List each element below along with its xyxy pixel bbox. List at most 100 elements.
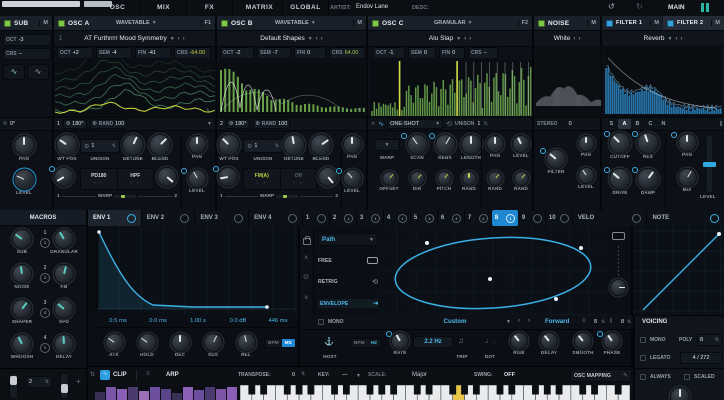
prev-preset-icon[interactable]: ‹ — [573, 36, 575, 42]
redo-icon[interactable]: ↻ — [636, 2, 643, 11]
tab-env-4[interactable]: ENV 4 — [249, 210, 303, 226]
voicing-knob[interactable] — [667, 388, 693, 400]
prev-preset-icon[interactable]: ‹ — [316, 36, 318, 42]
env-dec-value[interactable]: 1.00 s — [178, 315, 218, 327]
noise-filter-knob[interactable]: FILTER — [542, 150, 570, 174]
macro-knob-granular[interactable]: GRANULAR — [50, 230, 78, 254]
noise-enable-toggle[interactable] — [538, 20, 545, 27]
filter-drive-knob[interactable]: DRIVE — [606, 169, 634, 195]
tab-velo[interactable]: VELO — [573, 210, 648, 226]
tab-env-2[interactable]: ENV 2 — [142, 210, 196, 226]
route-a-button[interactable]: A — [618, 119, 631, 129]
env-atk-value[interactable]: 0.5 ms — [98, 315, 138, 327]
osc-c-enable-toggle[interactable] — [372, 20, 379, 27]
env-rel-value[interactable]: 446 ms — [258, 315, 298, 327]
env-sus-knob[interactable]: SUS — [199, 334, 227, 357]
ms-option[interactable]: MS — [282, 339, 295, 347]
osc-a-warp2-knob[interactable] — [154, 168, 180, 186]
macro-page-stepper[interactable]: 2⇅ — [26, 376, 52, 388]
edit-pencil-icon[interactable]: ✎ — [206, 108, 210, 114]
lfo-tab-3[interactable]: 31 — [357, 210, 384, 226]
osc-a-type-dropdown[interactable]: WAVETABLE — [116, 20, 150, 26]
osc-a-warp1-dropdown[interactable]: PD180‹ › — [81, 169, 118, 189]
clip-cell[interactable] — [205, 387, 215, 400]
macro-knob-spd[interactable]: SPD — [55, 300, 73, 324]
chevron-down-icon[interactable]: ▼ — [170, 36, 175, 42]
osc-b-crs-field[interactable]: CRS64.00 — [329, 47, 365, 59]
next-preset-icon[interactable]: › — [183, 36, 185, 42]
osc-c-warp-dropdown[interactable]: ▼ — [374, 139, 400, 151]
osc-a-warp2-dropdown[interactable]: HPF‹ › — [118, 169, 154, 189]
gear-icon[interactable]: ⚙ — [84, 143, 89, 150]
clip-cell[interactable] — [161, 389, 171, 400]
always-checkbox[interactable] — [640, 374, 646, 380]
main-label[interactable]: MAIN — [668, 4, 685, 11]
transpose-value[interactable]: 0 — [292, 372, 295, 378]
filter1-mute-button[interactable]: M — [650, 20, 659, 26]
stepper-icon[interactable]: ⇅ — [627, 319, 631, 325]
osc-b-warp1-knob[interactable] — [215, 168, 241, 186]
stepper-icon[interactable]: ⇅ — [275, 143, 279, 149]
lfo-delay-knob[interactable]: DELAY — [536, 333, 562, 355]
lfo-tab-6[interactable]: 63 — [438, 210, 465, 226]
sub-crs-field[interactable]: CRS-- — [3, 48, 51, 60]
osc-c-crs-field[interactable]: CRS-- — [468, 47, 498, 59]
osc-a-crs-field[interactable]: CRS-64.00 — [174, 47, 211, 59]
prev-preset-icon[interactable]: ‹ — [675, 36, 677, 42]
filter-cutoff-knob[interactable]: CUTOFF — [606, 133, 634, 159]
tab-env-3[interactable]: ENV 3 — [195, 210, 249, 226]
osc-b-preset-name[interactable]: Default Shapes — [260, 35, 304, 42]
clip-pattern-strip[interactable] — [95, 386, 239, 400]
sub-enable-toggle[interactable] — [4, 20, 11, 27]
lfo-tab-7[interactable]: 72 — [465, 210, 492, 226]
osc-a-detune-knob[interactable]: DETUNE — [119, 135, 147, 161]
voicing-legato-checkbox[interactable] — [640, 355, 646, 361]
route-c-button[interactable]: C — [644, 119, 657, 129]
close-icon[interactable]: ✕ — [371, 121, 375, 127]
sub-wave-button[interactable]: ∿ — [3, 64, 25, 80]
dotted-icon[interactable]: ♩. — [485, 336, 495, 345]
osc-c-unison-value[interactable]: 1 — [477, 121, 480, 127]
prev-shape-icon[interactable]: ‹ — [518, 318, 520, 324]
osc-c-fin-field[interactable]: FIN0 — [439, 47, 465, 59]
osc-b-level-knob[interactable]: LEVEL — [338, 170, 366, 193]
filter-mix-knob[interactable]: MIX — [673, 169, 701, 192]
lfo-shape-dropdown[interactable]: Custom — [415, 318, 495, 325]
env-hold-knob[interactable]: HOLD — [133, 334, 161, 357]
osc-a-enable-toggle[interactable] — [58, 20, 65, 27]
osc-c-pitch-knob[interactable]: PITCH — [431, 172, 457, 191]
tab-env-1[interactable]: ENV 1 — [88, 210, 142, 226]
sub-pan-knob[interactable]: PAN — [9, 136, 39, 161]
osc-c-dens-knob[interactable]: DENS — [431, 135, 459, 160]
sub-level-knob[interactable]: LEVEL — [9, 170, 39, 195]
voicing-poly-stepper[interactable]: 8⇅ — [697, 334, 722, 346]
sub-phase-value[interactable]: 0° — [10, 121, 15, 127]
lfo-smooth-knob[interactable]: SMOOTH — [569, 333, 597, 355]
lock-icon[interactable] — [303, 238, 311, 245]
filter-level-slider-handle[interactable] — [703, 162, 716, 167]
osc-b-type-dropdown[interactable]: WAVETABLE — [275, 20, 309, 26]
clip-cell[interactable] — [95, 392, 105, 400]
lfo-rate-knob[interactable]: RATE — [388, 333, 412, 355]
osc-c-level-rand-knob[interactable]: RAND — [508, 172, 534, 191]
filter2-mute-button[interactable]: M — [711, 20, 720, 26]
triplet-icon[interactable]: ♫ — [458, 336, 464, 345]
lfo-rate-value[interactable]: 2.2 Hz — [413, 336, 453, 348]
osc-b-unison-stepper[interactable]: ⚙1⇅ — [243, 139, 283, 153]
osc-a-oct-field[interactable]: OCT+2 — [57, 47, 93, 59]
tab-global[interactable]: GLOBAL — [283, 1, 329, 15]
next-preset-icon[interactable]: › — [578, 36, 580, 42]
osc-b-rand-field[interactable]: ΦRAND100 — [253, 119, 291, 129]
osc-a-rand-field[interactable]: ΦRAND100 — [90, 119, 128, 129]
clip-label[interactable]: CLIP — [113, 372, 127, 378]
osc-c-scan-knob[interactable]: SCAN — [403, 135, 431, 160]
gear-icon[interactable]: ⚙ — [247, 143, 252, 150]
filter-preset-name[interactable]: Reverb — [644, 35, 665, 42]
osc-a-blend-knob[interactable]: BLEND — [146, 135, 174, 161]
lfo-path-display[interactable] — [378, 226, 608, 315]
next-preset-icon[interactable]: › — [680, 36, 682, 42]
env-bpm-ms-toggle[interactable]: BPMMS — [264, 338, 296, 348]
osc-b-warp2-dropdown[interactable]: Off‹ › — [281, 169, 317, 189]
osc-a-level-knob[interactable]: LEVEL — [183, 170, 211, 193]
osc-a-pan-knob[interactable]: PAN — [183, 136, 211, 159]
